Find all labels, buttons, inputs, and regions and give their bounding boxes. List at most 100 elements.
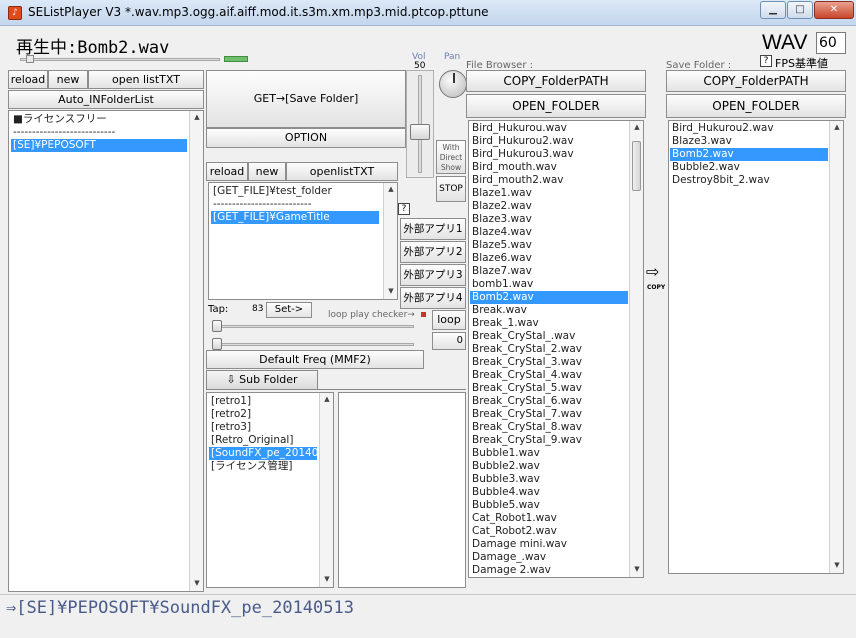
list-item[interactable]: Blaze3.wav [670,135,828,148]
close-button[interactable]: ✕ [814,1,854,19]
external-app-button-1[interactable]: 外部アプリ1 [400,218,466,240]
seek-slider[interactable] [10,55,248,64]
tap-slider-thumb[interactable] [212,320,222,332]
set-button[interactable]: Set-> [266,302,312,318]
browser-open-folder-button[interactable]: OPEN_FOLDER [466,94,646,118]
option-button[interactable]: OPTION [206,128,406,148]
list-item[interactable]: Destroy8bit_2.wav [670,174,828,187]
get-save-folder-button[interactable]: GET→[Save Folder] [206,70,406,128]
list-item[interactable]: [GET_FILE]¥test_folder [211,185,379,198]
volume-slider[interactable] [406,70,434,178]
list-item[interactable]: Break_CryStal_6.wav [470,395,628,408]
list-item[interactable]: [retro1] [209,395,317,408]
save-folder-list[interactable]: Bird_Hukurou2.wav Blaze3.wav Bomb2.wav Bubb… [668,120,844,574]
list-item[interactable]: Bomb2.wav [470,291,628,304]
left-folder-list[interactable]: ■ライセンスフリー --------------------------- [SE]… [8,110,204,592]
list-item[interactable]: Blaze4.wav [470,226,628,239]
freq-slider-thumb[interactable] [212,338,222,350]
freq-slider[interactable] [210,338,416,350]
scroll-down-icon[interactable]: ▼ [320,575,333,583]
sub-file-list[interactable] [338,392,466,588]
list-item[interactable]: Break_CryStal_2.wav [470,343,628,356]
list-item[interactable]: Bubble1.wav [470,447,628,460]
list-item[interactable]: Break_CryStal_4.wav [470,369,628,382]
list-item[interactable]: Blaze1.wav [470,187,628,200]
list-item[interactable]: Bird_mouth2.wav [470,174,628,187]
list-item[interactable]: Cat_Robot2.wav [470,525,628,538]
list-item[interactable]: Bubble2.wav [470,460,628,473]
left-list-scrollbar[interactable]: ▲ ▼ [189,111,203,591]
left-reload-button[interactable]: reload [8,70,48,89]
list-item[interactable]: Bubble3.wav [470,473,628,486]
list-item[interactable]: Bird_Hukurou2.wav [470,135,628,148]
stop-button[interactable]: STOP [436,176,466,202]
list-item[interactable]: [retro3] [209,421,317,434]
list-item[interactable]: [Retro_Original] [209,434,317,447]
file-browser-scroll-thumb[interactable] [632,141,641,191]
list-item[interactable]: Blaze6.wav [470,252,628,265]
auto-infolderlist-button[interactable]: Auto_INFolderList [8,90,204,109]
list-item[interactable]: Damage 2.wav [470,564,628,577]
list-item[interactable]: Damage mini.wav [470,538,628,551]
default-freq-button[interactable]: Default Freq (MMF2) [206,350,424,369]
pan-knob[interactable] [439,70,467,98]
list-item[interactable]: Bird_Hukurou.wav [470,122,628,135]
fps-input[interactable]: 60 [816,32,846,54]
sub-folder-list[interactable]: [retro1] [retro2] [retro3] [Retro_Original]… [206,392,334,588]
list-item[interactable]: bomb1.wav [470,278,628,291]
scroll-down-icon[interactable]: ▼ [384,287,397,295]
list-item[interactable]: Break_CryStal_3.wav [470,356,628,369]
list-item[interactable]: --------------------------- [11,126,187,139]
list-item[interactable]: Blaze3.wav [470,213,628,226]
middle-reload-button[interactable]: reload [206,162,248,181]
list-item[interactable]: Break_1.wav [470,317,628,330]
file-browser-scrollbar[interactable]: ▲ ▼ [629,121,643,577]
file-browser-list[interactable]: Bird_Hukurou.wav Bird_Hukurou2.wav Bird_Hu… [468,120,644,578]
list-item[interactable]: Cat_Robot1.wav [470,512,628,525]
get-file-list[interactable]: [GET_FILE]¥test_folder ------------------… [208,182,398,300]
get-file-list-scrollbar[interactable]: ▲ ▼ [383,183,397,299]
minimize-button[interactable]: ▁ [760,1,786,19]
copy-arrow-icon[interactable]: ⇨ [646,262,659,281]
list-item[interactable]: Bubble2.wav [670,161,828,174]
help-button[interactable]: ? [398,203,410,215]
list-item[interactable]: Break_CryStal_9.wav [470,434,628,447]
scroll-up-icon[interactable]: ▲ [384,185,397,193]
middle-new-button[interactable]: new [248,162,286,181]
list-item[interactable]: Blaze5.wav [470,239,628,252]
list-item[interactable]: [ライセンス管理] [209,460,317,473]
list-item[interactable]: Blaze2.wav [470,200,628,213]
scroll-up-icon[interactable]: ▲ [830,123,843,131]
list-item[interactable]: [GET_FILE]¥GameTitle [211,211,379,224]
list-item[interactable]: Bubble5.wav [470,499,628,512]
browser-copy-path-button[interactable]: COPY_FolderPATH [466,70,646,92]
list-item[interactable]: Blaze7.wav [470,265,628,278]
volume-thumb[interactable] [410,124,430,140]
external-app-button-4[interactable]: 外部アプリ4 [400,287,466,309]
seek-thumb[interactable] [26,55,34,63]
scroll-up-icon[interactable]: ▲ [190,113,203,121]
fps-help-button[interactable]: ? [760,55,772,67]
left-new-button[interactable]: new [48,70,88,89]
list-item[interactable]: Bomb2.wav [670,148,828,161]
list-item[interactable]: Break_CryStal_.wav [470,330,628,343]
loop-button[interactable]: loop [432,310,466,330]
scroll-up-icon[interactable]: ▲ [630,123,643,131]
middle-open-listtxt-button[interactable]: openlistTXT [286,162,398,181]
save-folder-scrollbar[interactable]: ▲ ▼ [829,121,843,573]
direct-show-toggle[interactable]: With Direct Show [436,140,466,174]
scroll-down-icon[interactable]: ▼ [630,565,643,573]
external-app-button-3[interactable]: 外部アプリ3 [400,264,466,286]
list-item[interactable]: [retro2] [209,408,317,421]
sub-folder-scrollbar[interactable]: ▲ ▼ [319,393,333,587]
list-item[interactable]: Damage_.wav [470,551,628,564]
save-copy-path-button[interactable]: COPY_FolderPATH [666,70,846,92]
list-item[interactable]: Bird_mouth.wav [470,161,628,174]
list-item[interactable]: Break.wav [470,304,628,317]
scroll-down-icon[interactable]: ▼ [190,579,203,587]
left-open-listtxt-button[interactable]: open listTXT [88,70,204,89]
scroll-down-icon[interactable]: ▼ [830,561,843,569]
list-item[interactable]: Bird_Hukurou2.wav [670,122,828,135]
list-item[interactable]: -------------------------- [211,198,379,211]
maximize-button[interactable]: □ [787,1,813,19]
